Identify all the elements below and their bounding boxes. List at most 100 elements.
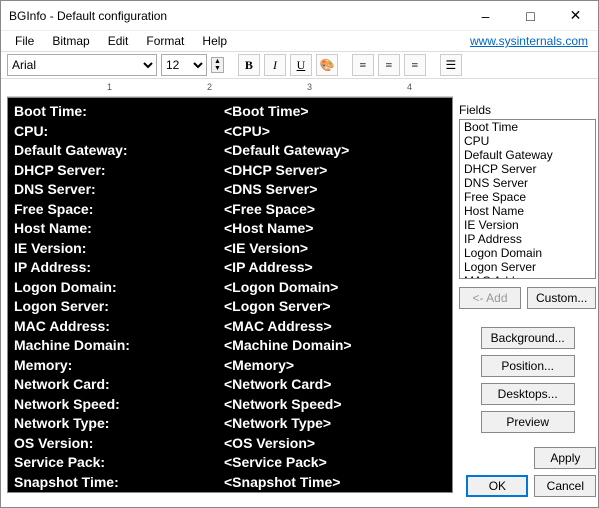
- list-item[interactable]: Logon Server: [460, 260, 595, 274]
- custom-button[interactable]: Custom...: [527, 287, 596, 309]
- align-right-button[interactable]: ≡: [404, 54, 426, 76]
- editor-row: DHCP Server:<DHCP Server>: [14, 161, 446, 181]
- titlebar: BGInfo - Default configuration – □ ✕: [1, 1, 598, 31]
- formatting-toolbar: Arial 12 ▲▼ B I U 🎨 ≡ ≡ ≡ ☰: [1, 51, 598, 79]
- field-label: MAC Address:: [14, 317, 224, 337]
- field-label: Logon Domain:: [14, 278, 224, 298]
- minimize-button[interactable]: –: [463, 1, 508, 31]
- editor-row: MAC Address:<MAC Address>: [14, 317, 446, 337]
- add-button[interactable]: <- Add: [459, 287, 521, 309]
- side-panel: Fields Boot TimeCPUDefault GatewayDHCP S…: [453, 97, 599, 503]
- editor-area[interactable]: Boot Time:<Boot Time>CPU:<CPU>Default Ga…: [7, 97, 453, 493]
- field-value: <CPU>: [224, 122, 270, 142]
- align-left-icon: ≡: [360, 58, 367, 73]
- align-right-icon: ≡: [412, 58, 419, 73]
- field-label: Logon Server:: [14, 297, 224, 317]
- menu-format[interactable]: Format: [138, 32, 192, 50]
- menu-help[interactable]: Help: [194, 32, 235, 50]
- field-value: <DHCP Server>: [224, 161, 327, 181]
- list-icon: ☰: [446, 58, 457, 73]
- editor-row: Machine Domain:<Machine Domain>: [14, 336, 446, 356]
- field-value: <Network Card>: [224, 375, 331, 395]
- chevron-down-icon: ▼: [212, 65, 223, 72]
- editor-row: Network Type:<Network Type>: [14, 414, 446, 434]
- underline-button[interactable]: U: [290, 54, 312, 76]
- list-item[interactable]: DNS Server: [460, 176, 595, 190]
- preview-button[interactable]: Preview: [481, 411, 575, 433]
- field-label: IP Address:: [14, 258, 224, 278]
- cancel-button[interactable]: Cancel: [534, 475, 596, 497]
- align-left-button[interactable]: ≡: [352, 54, 374, 76]
- field-value: <MAC Address>: [224, 317, 332, 337]
- bold-button[interactable]: B: [238, 54, 260, 76]
- field-value: <Free Space>: [224, 200, 315, 220]
- field-label: Free Space:: [14, 200, 224, 220]
- ruler[interactable]: 1 2 3 4: [7, 79, 453, 97]
- italic-button[interactable]: I: [264, 54, 286, 76]
- bullets-button[interactable]: ☰: [440, 54, 462, 76]
- font-size-select[interactable]: 12: [161, 54, 207, 76]
- color-button[interactable]: 🎨: [316, 54, 338, 76]
- fields-label: Fields: [459, 103, 596, 117]
- editor-row: IP Address:<IP Address>: [14, 258, 446, 278]
- list-item[interactable]: Default Gateway: [460, 148, 595, 162]
- list-item[interactable]: CPU: [460, 134, 595, 148]
- align-center-icon: ≡: [386, 58, 393, 73]
- list-item[interactable]: IP Address: [460, 232, 595, 246]
- editor-row: IE Version:<IE Version>: [14, 239, 446, 259]
- field-label: Host Name:: [14, 219, 224, 239]
- field-value: <IE Version>: [224, 239, 308, 259]
- fields-listbox[interactable]: Boot TimeCPUDefault GatewayDHCP ServerDN…: [459, 119, 596, 279]
- field-label: OS Version:: [14, 434, 224, 454]
- list-item[interactable]: MAC Address: [460, 274, 595, 279]
- close-button[interactable]: ✕: [553, 1, 598, 31]
- sysinternals-link[interactable]: www.sysinternals.com: [470, 34, 588, 48]
- field-value: <Network Speed>: [224, 395, 342, 415]
- window-title: BGInfo - Default configuration: [9, 9, 463, 23]
- field-label: Memory:: [14, 356, 224, 376]
- list-item[interactable]: Host Name: [460, 204, 595, 218]
- size-stepper[interactable]: ▲▼: [211, 57, 224, 73]
- field-value: <Logon Server>: [224, 297, 331, 317]
- field-value: <Subnet Mask>: [224, 492, 327, 493]
- desktops-button[interactable]: Desktops...: [481, 383, 575, 405]
- position-button[interactable]: Position...: [481, 355, 575, 377]
- apply-button[interactable]: Apply: [534, 447, 596, 469]
- editor-row: Memory:<Memory>: [14, 356, 446, 376]
- editor-row: Default Gateway:<Default Gateway>: [14, 141, 446, 161]
- field-value: <Snapshot Time>: [224, 473, 340, 493]
- ok-button[interactable]: OK: [466, 475, 528, 497]
- editor-row: Snapshot Time:<Snapshot Time>: [14, 473, 446, 493]
- list-item[interactable]: Free Space: [460, 190, 595, 204]
- menu-file[interactable]: File: [7, 32, 42, 50]
- list-item[interactable]: IE Version: [460, 218, 595, 232]
- field-value: <Memory>: [224, 356, 294, 376]
- list-item[interactable]: Logon Domain: [460, 246, 595, 260]
- editor-row: Network Speed:<Network Speed>: [14, 395, 446, 415]
- field-value: <Boot Time>: [224, 102, 309, 122]
- list-item[interactable]: Boot Time: [460, 120, 595, 134]
- field-value: <Network Type>: [224, 414, 331, 434]
- editor-row: Network Card:<Network Card>: [14, 375, 446, 395]
- field-value: <Host Name>: [224, 219, 313, 239]
- menu-bitmap[interactable]: Bitmap: [44, 32, 97, 50]
- maximize-button[interactable]: □: [508, 1, 553, 31]
- field-label: Boot Time:: [14, 102, 224, 122]
- align-center-button[interactable]: ≡: [378, 54, 400, 76]
- field-label: Subnet Mask:: [14, 492, 224, 493]
- palette-icon: 🎨: [319, 58, 334, 73]
- editor-row: Service Pack:<Service Pack>: [14, 453, 446, 473]
- field-value: <Logon Domain>: [224, 278, 338, 298]
- background-button[interactable]: Background...: [481, 327, 575, 349]
- field-label: Default Gateway:: [14, 141, 224, 161]
- field-label: DHCP Server:: [14, 161, 224, 181]
- field-value: <OS Version>: [224, 434, 315, 454]
- field-value: <Service Pack>: [224, 453, 327, 473]
- editor-row: Host Name:<Host Name>: [14, 219, 446, 239]
- field-label: Snapshot Time:: [14, 473, 224, 493]
- menu-edit[interactable]: Edit: [100, 32, 137, 50]
- list-item[interactable]: DHCP Server: [460, 162, 595, 176]
- editor-row: Logon Server:<Logon Server>: [14, 297, 446, 317]
- font-select[interactable]: Arial: [7, 54, 157, 76]
- field-value: <Default Gateway>: [224, 141, 349, 161]
